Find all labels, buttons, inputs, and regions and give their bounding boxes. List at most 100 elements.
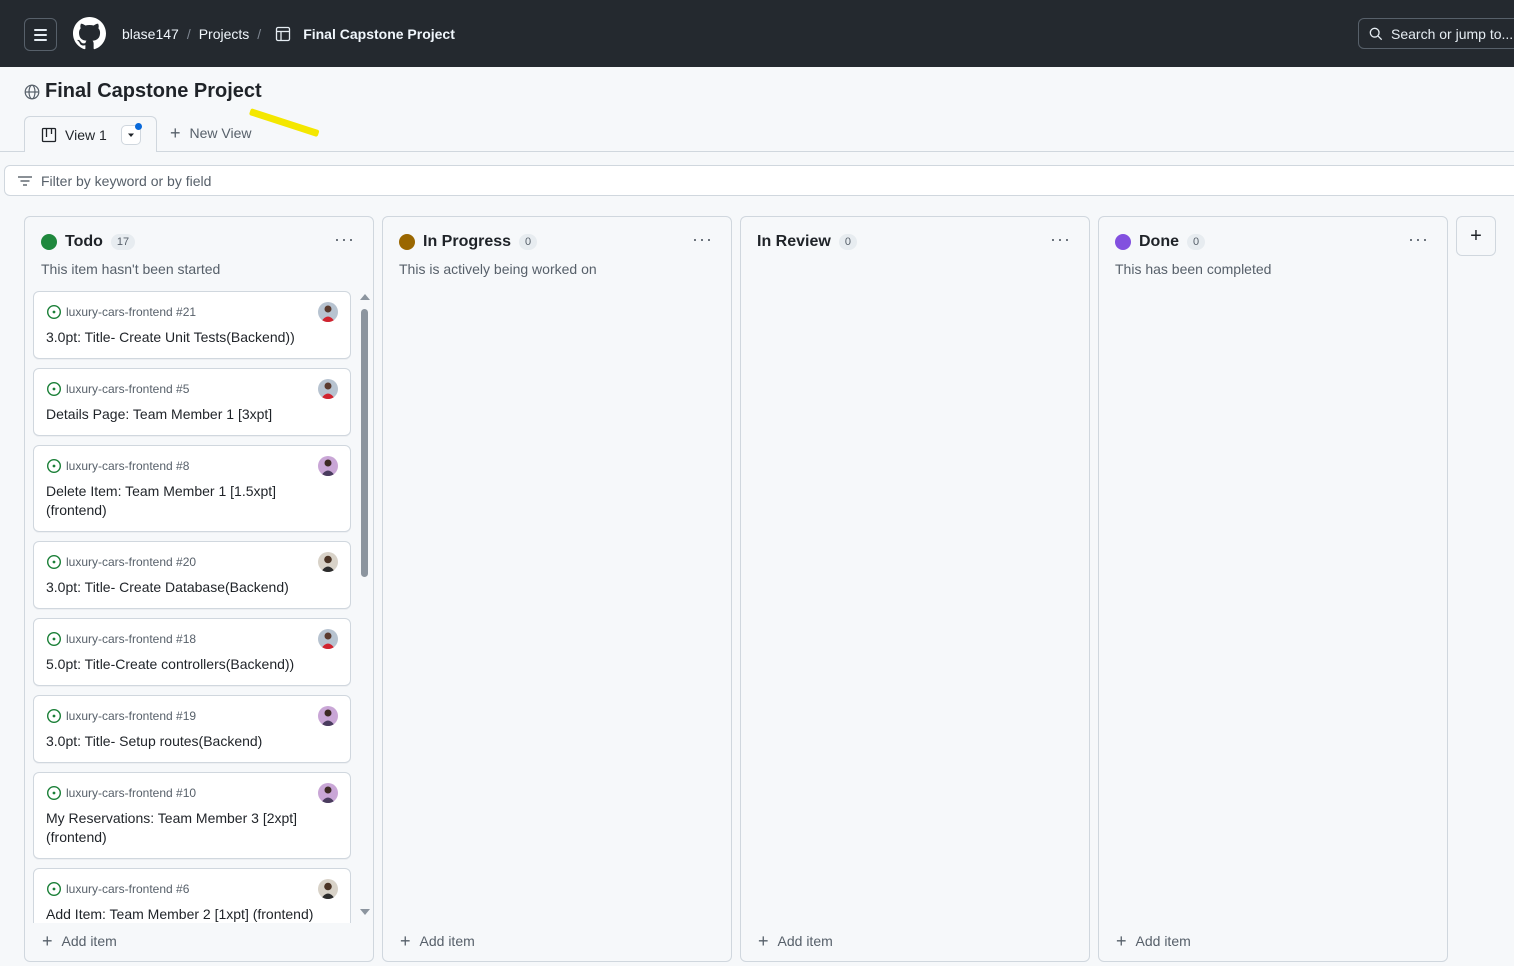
card[interactable]: luxury-cars-frontend #20 3.0pt: Title- C… <box>33 541 351 609</box>
search-icon <box>1369 27 1383 40</box>
column-name: Todo <box>65 233 103 250</box>
project-title-row: Final Capstone Project <box>24 80 262 103</box>
breadcrumb-user[interactable]: blase147 <box>122 26 179 42</box>
card[interactable]: luxury-cars-frontend #19 3.0pt: Title- S… <box>33 695 351 763</box>
tabs-divider <box>0 151 1514 152</box>
add-item-label: Add item <box>777 933 833 949</box>
card-list: luxury-cars-frontend #21 3.0pt: Title- C… <box>33 291 351 923</box>
card[interactable]: luxury-cars-frontend #8 Delete Item: Tea… <box>33 445 351 532</box>
column-scrollbar[interactable] <box>358 291 370 917</box>
card-repo[interactable]: luxury-cars-frontend #20 <box>66 555 196 569</box>
card-repo[interactable]: luxury-cars-frontend #21 <box>66 305 196 319</box>
card-title[interactable]: 3.0pt: Title- Create Database(Backend) <box>46 578 338 597</box>
add-item-label: Add item <box>1135 933 1191 949</box>
card-repo[interactable]: luxury-cars-frontend #6 <box>66 882 189 896</box>
card-title[interactable]: 5.0pt: Title-Create controllers(Backend)… <box>46 655 338 674</box>
card-repo[interactable]: luxury-cars-frontend #19 <box>66 709 196 723</box>
scroll-thumb[interactable] <box>361 309 368 577</box>
card[interactable]: luxury-cars-frontend #10 My Reservations… <box>33 772 351 859</box>
column-menu-icon[interactable]: ··· <box>334 229 355 250</box>
plus-icon: + <box>170 123 181 143</box>
column-description: This is actively being worked on <box>399 261 597 277</box>
highlight-annotation-mark <box>248 108 320 138</box>
column-name: In Progress <box>423 233 512 250</box>
avatar[interactable] <box>318 783 338 803</box>
add-column-button[interactable]: + <box>1456 216 1496 256</box>
card-repo[interactable]: luxury-cars-frontend #8 <box>66 459 189 473</box>
breadcrumb-projects[interactable]: Projects <box>199 26 250 42</box>
card-title[interactable]: Add Item: Team Member 2 [1xpt] (frontend… <box>46 905 338 923</box>
issue-open-icon <box>46 458 62 474</box>
card-meta: luxury-cars-frontend #20 <box>46 554 338 570</box>
add-item-button[interactable]: + Add item <box>758 931 833 951</box>
global-header: blase147 / Projects / Final Capstone Pro… <box>0 0 1514 67</box>
column-menu-icon[interactable]: ··· <box>1050 229 1071 250</box>
status-dot-icon <box>41 234 57 250</box>
avatar[interactable] <box>318 629 338 649</box>
card-meta: luxury-cars-frontend #6 <box>46 881 338 897</box>
plus-icon: + <box>758 931 769 951</box>
scroll-up-arrow-icon[interactable] <box>360 294 370 300</box>
card[interactable]: luxury-cars-frontend #6 Add Item: Team M… <box>33 868 351 923</box>
breadcrumb-current-project[interactable]: Final Capstone Project <box>303 26 455 42</box>
column-count: 0 <box>838 234 857 250</box>
add-item-label: Add item <box>61 933 117 949</box>
issue-open-icon <box>46 631 62 647</box>
column-menu-icon[interactable]: ··· <box>1408 229 1429 250</box>
breadcrumb: blase147 / Projects / Final Capstone Pro… <box>122 26 455 42</box>
plus-icon: + <box>42 931 53 951</box>
card-meta: luxury-cars-frontend #18 <box>46 631 338 647</box>
column-in-review: In Review 0 ··· + Add item <box>740 216 1090 962</box>
column-name: Done <box>1139 233 1179 250</box>
card-title[interactable]: My Reservations: Team Member 3 [2xpt] (f… <box>46 809 338 847</box>
card-meta: luxury-cars-frontend #21 <box>46 304 338 320</box>
triangle-down-icon <box>128 133 134 137</box>
globe-icon <box>24 84 40 99</box>
card-title[interactable]: Details Page: Team Member 1 [3xpt] <box>46 405 338 424</box>
card-meta: luxury-cars-frontend #19 <box>46 708 338 724</box>
new-view-button[interactable]: + New View <box>170 123 252 143</box>
column-header: In Review 0 <box>757 233 857 251</box>
breadcrumb-separator: / <box>186 26 191 42</box>
column-menu-icon[interactable]: ··· <box>692 229 713 250</box>
page-title[interactable]: Final Capstone Project <box>45 80 262 103</box>
avatar[interactable] <box>318 302 338 322</box>
search-placeholder: Search or jump to... <box>1391 25 1514 42</box>
issue-open-icon <box>46 381 62 397</box>
avatar[interactable] <box>318 879 338 899</box>
card-title[interactable]: 3.0pt: Title- Setup routes(Backend) <box>46 732 338 751</box>
issue-open-icon <box>46 304 62 320</box>
add-item-button[interactable]: + Add item <box>400 932 475 950</box>
add-item-button[interactable]: + Add item <box>42 931 117 951</box>
card[interactable]: luxury-cars-frontend #18 5.0pt: Title-Cr… <box>33 618 351 686</box>
unsaved-changes-dot <box>135 123 142 130</box>
issue-open-icon <box>46 881 62 897</box>
issue-open-icon <box>46 785 62 801</box>
card[interactable]: luxury-cars-frontend #21 3.0pt: Title- C… <box>33 291 351 359</box>
column-description: This item hasn't been started <box>41 261 221 277</box>
menu-icon[interactable] <box>24 18 57 51</box>
card-repo[interactable]: luxury-cars-frontend #10 <box>66 786 196 800</box>
issue-open-icon <box>46 554 62 570</box>
add-item-label: Add item <box>419 933 475 949</box>
column-description: This has been completed <box>1115 261 1272 277</box>
github-logo-icon[interactable] <box>73 17 106 50</box>
avatar[interactable] <box>318 379 338 399</box>
avatar[interactable] <box>318 552 338 572</box>
scroll-down-arrow-icon[interactable] <box>360 909 370 915</box>
card-title[interactable]: Delete Item: Team Member 1 [1.5xpt] (fro… <box>46 482 338 520</box>
plus-icon: + <box>1116 931 1127 951</box>
avatar[interactable] <box>318 706 338 726</box>
column-count: 0 <box>1187 234 1206 250</box>
avatar[interactable] <box>318 456 338 476</box>
card-repo[interactable]: luxury-cars-frontend #5 <box>66 382 189 396</box>
issue-open-icon <box>46 708 62 724</box>
card-title[interactable]: 3.0pt: Title- Create Unit Tests(Backend)… <box>46 328 338 347</box>
add-item-button[interactable]: + Add item <box>1116 931 1191 951</box>
column-header: In Progress 0 <box>399 233 538 251</box>
filter-input[interactable]: Filter by keyword or by field <box>4 165 1514 196</box>
column-in-progress: In Progress 0 ··· This is actively being… <box>382 216 732 962</box>
card-repo[interactable]: luxury-cars-frontend #18 <box>66 632 196 646</box>
card[interactable]: luxury-cars-frontend #5 Details Page: Te… <box>33 368 351 436</box>
search-input[interactable]: Search or jump to... <box>1358 18 1514 49</box>
